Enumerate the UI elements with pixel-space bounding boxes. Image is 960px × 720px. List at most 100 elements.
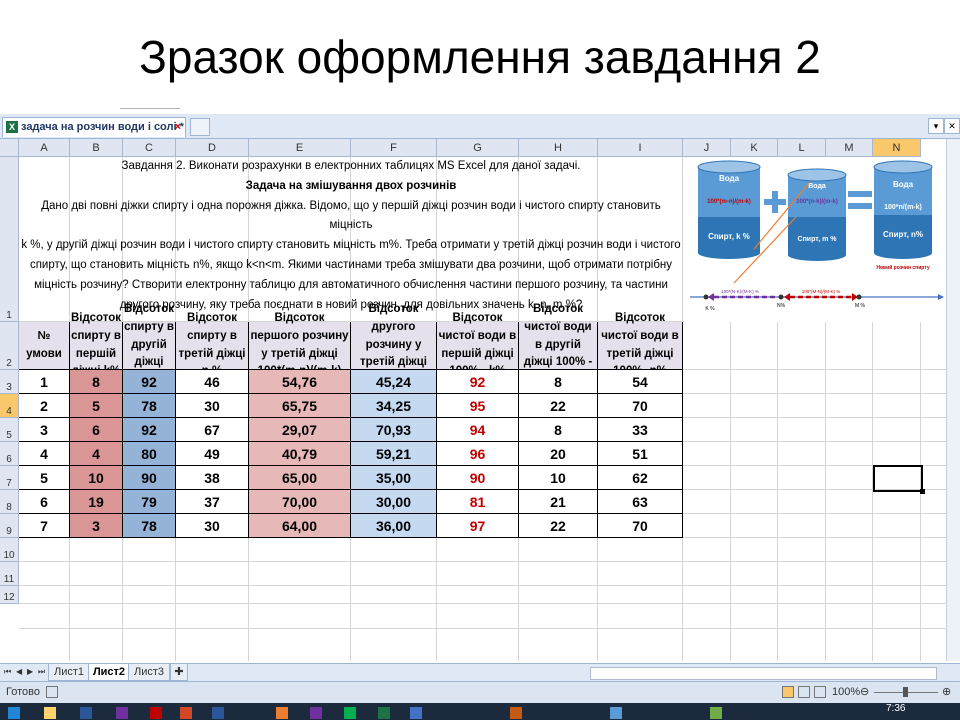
zoom-in-icon[interactable]: ⊕ bbox=[942, 685, 951, 698]
table-cell[interactable]: 78 bbox=[123, 394, 176, 418]
app-icon-6[interactable] bbox=[344, 707, 356, 719]
app-icon-10[interactable] bbox=[710, 707, 722, 719]
row-header-1[interactable]: 1 bbox=[0, 157, 19, 322]
table-cell[interactable]: 80 bbox=[123, 442, 176, 466]
powerpoint-icon[interactable] bbox=[180, 707, 192, 719]
header-cell[interactable]: Відсоток спирту в другій діжці m% bbox=[123, 303, 176, 386]
table-cell[interactable]: 7 bbox=[19, 514, 70, 538]
app-icon-8[interactable] bbox=[510, 707, 522, 719]
row-header-11[interactable]: 11 bbox=[0, 562, 19, 586]
column-header-e[interactable]: E bbox=[249, 139, 351, 157]
column-header-l[interactable]: L bbox=[778, 139, 826, 157]
explorer-icon[interactable] bbox=[44, 707, 56, 719]
table-cell[interactable]: 4 bbox=[19, 442, 70, 466]
row-header-12[interactable]: 12 bbox=[0, 586, 19, 604]
table-cell[interactable]: 10 bbox=[519, 466, 598, 490]
start-icon[interactable] bbox=[8, 707, 20, 719]
app-icon-7[interactable] bbox=[410, 707, 422, 719]
fill-handle[interactable] bbox=[920, 489, 925, 494]
table-cell[interactable]: 22 bbox=[519, 394, 598, 418]
table-cell[interactable]: 45,24 bbox=[351, 370, 437, 394]
table-cell[interactable]: 20 bbox=[519, 442, 598, 466]
row-header-3[interactable]: 3 bbox=[0, 370, 19, 394]
table-cell[interactable]: 36,00 bbox=[351, 514, 437, 538]
column-header-k[interactable]: K bbox=[731, 139, 778, 157]
table-cell[interactable]: 70 bbox=[598, 394, 683, 418]
table-cell[interactable]: 19 bbox=[70, 490, 123, 514]
app-icon-3[interactable] bbox=[150, 707, 162, 719]
table-cell[interactable]: 54,76 bbox=[249, 370, 351, 394]
page-layout-icon[interactable] bbox=[798, 686, 810, 698]
table-cell[interactable]: 70 bbox=[598, 514, 683, 538]
table-cell[interactable]: 34,25 bbox=[351, 394, 437, 418]
table-cell[interactable]: 65,00 bbox=[249, 466, 351, 490]
column-header-g[interactable]: G bbox=[437, 139, 519, 157]
table-cell[interactable]: 49 bbox=[176, 442, 249, 466]
column-header-i[interactable]: I bbox=[598, 139, 683, 157]
table-cell[interactable]: 6 bbox=[19, 490, 70, 514]
sheet-tab-2[interactable]: Лист2 bbox=[88, 664, 130, 681]
table-cell[interactable]: 67 bbox=[176, 418, 249, 442]
macro-record-icon[interactable] bbox=[46, 686, 58, 698]
table-cell[interactable]: 79 bbox=[123, 490, 176, 514]
table-cell[interactable]: 3 bbox=[70, 514, 123, 538]
header-cell[interactable]: Відсоток спирту в третій діжці n % bbox=[176, 312, 249, 377]
table-cell[interactable]: 1 bbox=[19, 370, 70, 394]
page-break-icon[interactable] bbox=[814, 686, 826, 698]
excel-taskbar-icon[interactable] bbox=[378, 707, 390, 719]
table-cell[interactable]: 96 bbox=[437, 442, 519, 466]
app-icon-5[interactable] bbox=[310, 707, 322, 719]
column-header-d[interactable]: D bbox=[176, 139, 249, 157]
column-header-n[interactable]: N bbox=[873, 139, 921, 157]
spreadsheet-grid[interactable]: ABCDEFGHIJKLMN 1 2 3 4 5 6 7 8 9 10 11 12 Завдання … bbox=[0, 139, 946, 661]
header-cell[interactable]: Відсоток спирту в першій діжці k% bbox=[70, 312, 123, 377]
table-cell[interactable]: 92 bbox=[123, 370, 176, 394]
chevron-down-icon[interactable]: ▾ bbox=[928, 118, 944, 134]
row-header-4[interactable]: 4 bbox=[0, 394, 19, 418]
table-cell[interactable]: 6 bbox=[70, 418, 123, 442]
table-cell[interactable]: 65,75 bbox=[249, 394, 351, 418]
table-cell[interactable]: 92 bbox=[123, 418, 176, 442]
table-cell[interactable]: 29,07 bbox=[249, 418, 351, 442]
app-icon-9[interactable] bbox=[610, 707, 622, 719]
close-tab-icon[interactable]: × bbox=[175, 121, 181, 133]
table-cell[interactable]: 97 bbox=[437, 514, 519, 538]
next-sheet-icon[interactable]: ▶ bbox=[27, 667, 33, 676]
app-icon-4[interactable] bbox=[276, 707, 288, 719]
table-cell[interactable]: 51 bbox=[598, 442, 683, 466]
table-cell[interactable]: 63 bbox=[598, 490, 683, 514]
row-header-8[interactable]: 8 bbox=[0, 490, 19, 514]
row-header-2[interactable]: 2 bbox=[0, 322, 19, 370]
column-header-a[interactable]: A bbox=[19, 139, 70, 157]
table-cell[interactable]: 64,00 bbox=[249, 514, 351, 538]
zoom-slider-thumb[interactable] bbox=[903, 687, 908, 697]
row-header-7[interactable]: 7 bbox=[0, 466, 19, 490]
insert-sheet-icon[interactable]: ✚ bbox=[170, 664, 188, 681]
table-cell[interactable]: 8 bbox=[70, 370, 123, 394]
row-header-9[interactable]: 9 bbox=[0, 514, 19, 538]
table-cell[interactable]: 90 bbox=[123, 466, 176, 490]
column-header-f[interactable]: F bbox=[351, 139, 437, 157]
table-cell[interactable]: 92 bbox=[437, 370, 519, 394]
app-icon-2[interactable] bbox=[116, 707, 128, 719]
first-sheet-icon[interactable]: ⏮ bbox=[4, 667, 11, 677]
table-cell[interactable]: 5 bbox=[70, 394, 123, 418]
select-all-corner[interactable] bbox=[0, 139, 19, 157]
table-cell[interactable]: 40,79 bbox=[249, 442, 351, 466]
table-cell[interactable]: 70,93 bbox=[351, 418, 437, 442]
active-cell[interactable] bbox=[873, 465, 925, 494]
header-cell[interactable]: Відсоток другого розчину у третій діжці … bbox=[351, 303, 437, 386]
table-cell[interactable]: 30,00 bbox=[351, 490, 437, 514]
zoom-level[interactable]: 100% bbox=[832, 686, 860, 698]
app-icon-1[interactable] bbox=[80, 707, 92, 719]
table-cell[interactable]: 2 bbox=[19, 394, 70, 418]
table-cell[interactable]: 22 bbox=[519, 514, 598, 538]
table-cell[interactable]: 3 bbox=[19, 418, 70, 442]
vertical-scrollbar[interactable] bbox=[946, 139, 960, 661]
last-sheet-icon[interactable]: ⏭ bbox=[38, 667, 45, 677]
header-cell[interactable]: Відсоток чистої води в третій діжці 100%… bbox=[598, 312, 683, 377]
table-cell[interactable]: 30 bbox=[176, 514, 249, 538]
prev-sheet-icon[interactable]: ◀ bbox=[16, 667, 22, 676]
column-header-j[interactable]: J bbox=[683, 139, 731, 157]
table-cell[interactable]: 94 bbox=[437, 418, 519, 442]
